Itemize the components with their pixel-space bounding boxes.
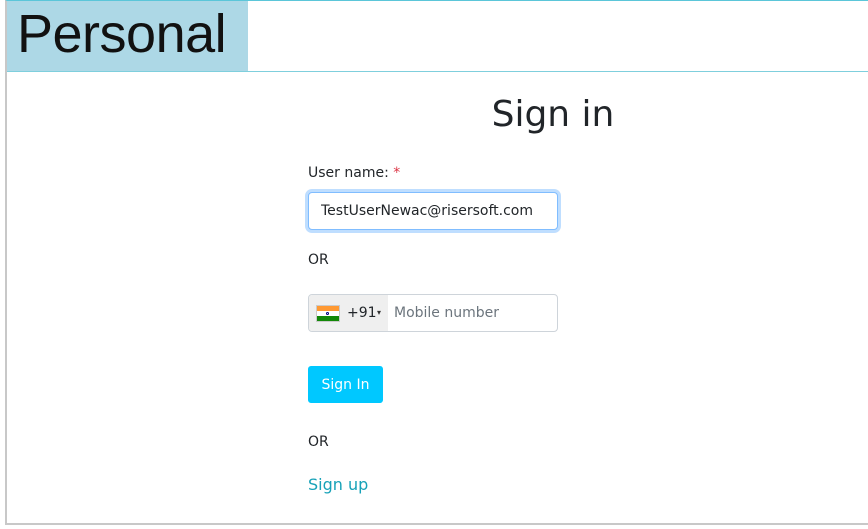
username-input[interactable] (308, 192, 558, 230)
logo: Personal (7, 1, 248, 71)
country-code: +91 (347, 305, 377, 321)
logo-text: Personal (17, 4, 227, 64)
or-divider-text-2: OR (308, 434, 329, 450)
page-frame (5, 0, 868, 525)
phone-input-group: +91 ▾ (308, 294, 558, 332)
india-flag-icon (317, 306, 339, 321)
caret-down-icon: ▾ (377, 308, 382, 317)
username-label: User name: * (308, 163, 400, 183)
sign-in-button[interactable]: Sign In (308, 366, 383, 403)
page-title: Sign in (491, 94, 615, 135)
or-divider-text: OR (308, 252, 329, 268)
mobile-number-input[interactable] (388, 295, 557, 331)
header-divider (7, 71, 868, 72)
required-marker: * (393, 165, 401, 181)
username-label-text: User name: (308, 165, 389, 181)
sign-up-link[interactable]: Sign up (308, 474, 368, 496)
country-code-selector[interactable]: +91 ▾ (309, 295, 388, 331)
